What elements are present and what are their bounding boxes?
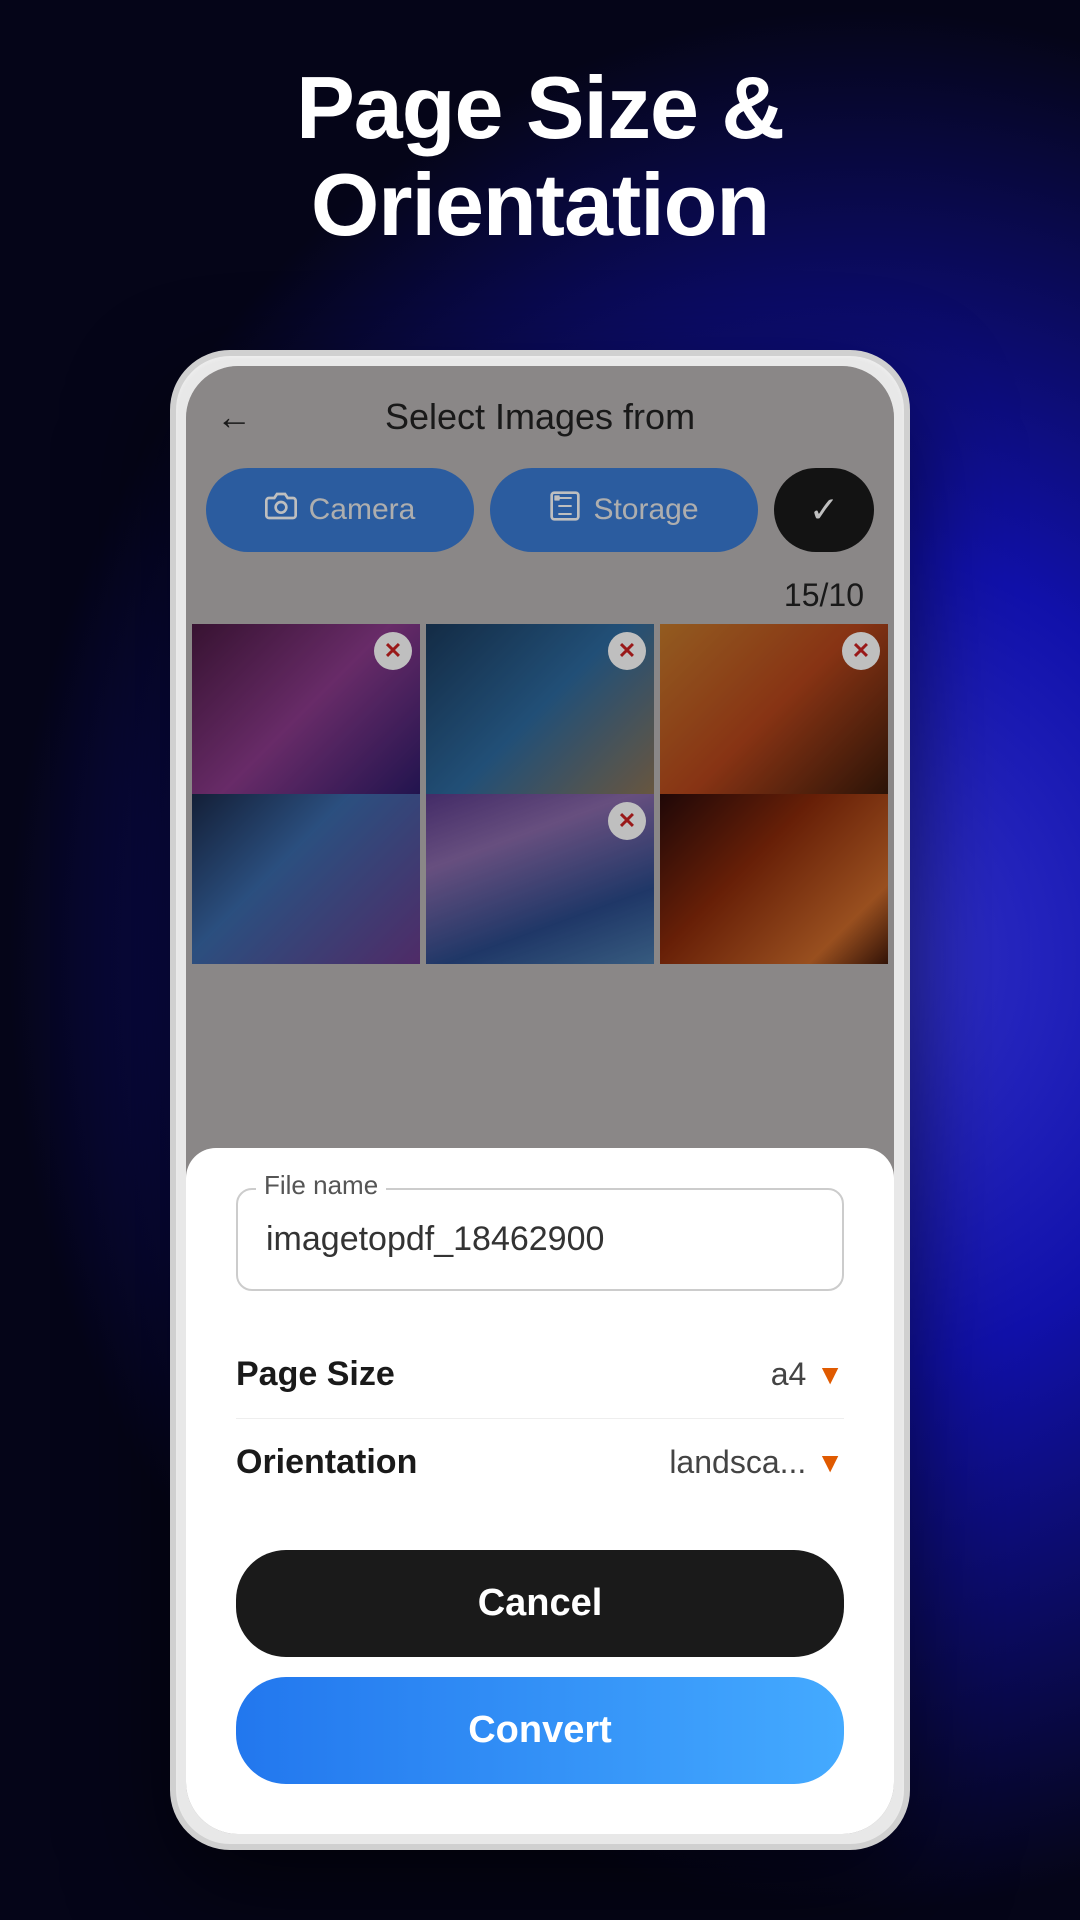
orientation-row: Orientation landsca... ▼ xyxy=(236,1419,844,1506)
page-title: Page Size & Orientation xyxy=(80,60,1000,254)
page-size-value: a4 xyxy=(771,1356,807,1393)
orientation-chevron-down-icon: ▼ xyxy=(816,1447,844,1479)
orientation-label: Orientation xyxy=(236,1443,417,1482)
page-size-dropdown[interactable]: a4 ▼ xyxy=(771,1356,844,1393)
convert-button[interactable]: Convert xyxy=(236,1677,844,1784)
page-size-row: Page Size a4 ▼ xyxy=(236,1331,844,1419)
page-size-label: Page Size xyxy=(236,1355,395,1394)
cancel-button[interactable]: Cancel xyxy=(236,1550,844,1657)
title-line1: Page Size & xyxy=(296,58,784,157)
file-name-legend: File name xyxy=(256,1170,386,1201)
phone-mockup: ← Select Images from Camera xyxy=(170,350,910,1850)
page-size-chevron-down-icon: ▼ xyxy=(816,1359,844,1391)
file-name-group: File name xyxy=(236,1188,844,1291)
modal-sheet: File name Page Size a4 ▼ Orientation lan… xyxy=(186,1148,894,1834)
phone-screen: ← Select Images from Camera xyxy=(186,366,894,1834)
title-section: Page Size & Orientation xyxy=(0,60,1080,254)
modal-buttons: Cancel Convert xyxy=(236,1550,844,1784)
file-name-input[interactable] xyxy=(236,1188,844,1291)
modal-backdrop: File name Page Size a4 ▼ Orientation lan… xyxy=(186,366,894,1834)
orientation-dropdown[interactable]: landsca... ▼ xyxy=(669,1444,844,1481)
orientation-value: landsca... xyxy=(669,1444,806,1481)
title-line2: Orientation xyxy=(311,155,769,254)
